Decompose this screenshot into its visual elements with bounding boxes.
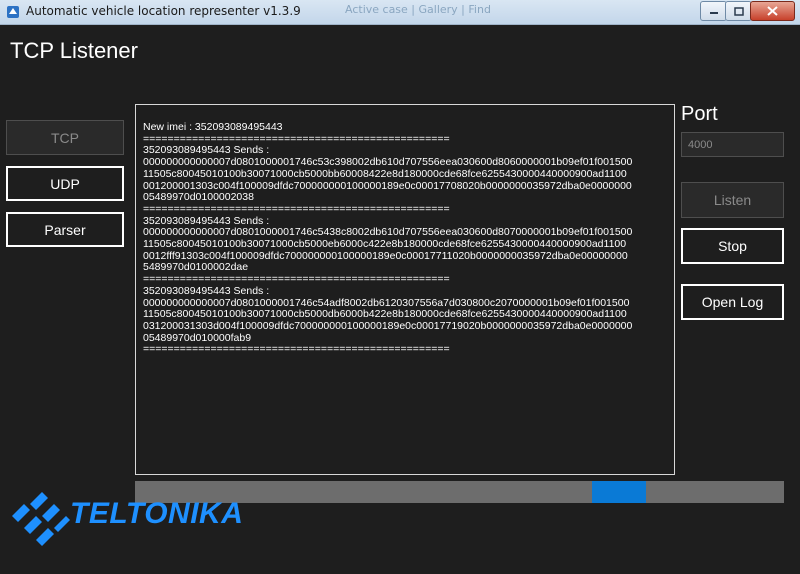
open-log-button[interactable]: Open Log <box>681 284 784 320</box>
log-line: 352093089495443 Sends : <box>143 284 270 297</box>
close-icon <box>767 6 778 16</box>
log-line: ========================================… <box>143 202 450 215</box>
log-output-box[interactable]: New imei : 352093089495443 =============… <box>135 104 675 475</box>
page-title: TCP Listener <box>10 38 138 63</box>
maximize-icon <box>733 6 744 16</box>
log-line: New imei : 352093089495443 <box>143 121 283 133</box>
log-line: ========================================… <box>143 343 450 356</box>
maximize-button[interactable] <box>725 1 752 21</box>
window-titlebar[interactable]: Automatic vehicle location representer v… <box>0 0 800 25</box>
logo-text: TELTONIKA <box>70 497 244 530</box>
parser-nav-button[interactable]: Parser <box>6 212 124 247</box>
log-line: 031200031303d004f100009dfdc7000000001000… <box>143 319 633 332</box>
background-window-ghost: Active case | Gallery | Find <box>345 3 491 16</box>
window-title: Automatic vehicle location representer v… <box>26 4 301 18</box>
stop-button[interactable]: Stop <box>681 228 784 264</box>
udp-nav-button[interactable]: UDP <box>6 166 124 201</box>
tcp-nav-button[interactable]: TCP <box>6 120 124 155</box>
port-input[interactable] <box>681 132 784 157</box>
app-icon <box>7 6 19 18</box>
log-line: 11505c80045010100b30071000cb5000bb600084… <box>143 167 627 180</box>
minimize-button[interactable] <box>700 1 727 21</box>
close-button[interactable] <box>750 1 795 21</box>
listen-button[interactable]: Listen <box>681 182 784 218</box>
log-line: 11505c80045010100b30071000cb5000eb6000c4… <box>143 238 627 251</box>
port-label: Port <box>681 103 718 125</box>
minimize-icon <box>709 12 718 14</box>
progress-indicator <box>592 481 646 503</box>
